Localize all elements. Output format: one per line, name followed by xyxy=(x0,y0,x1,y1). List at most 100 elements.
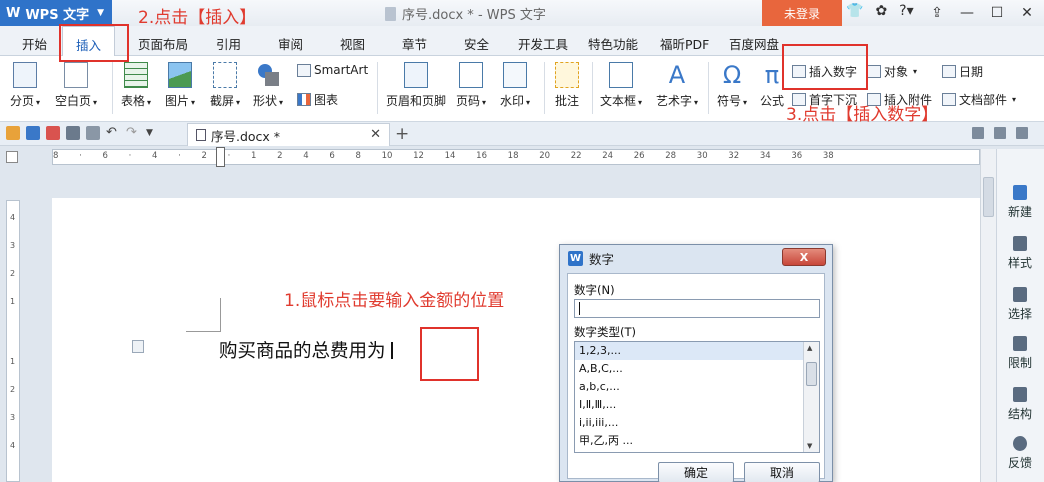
indent-marker[interactable] xyxy=(216,147,225,167)
document-text-line[interactable]: 购买商品的总费用为 xyxy=(219,337,393,363)
print-preview-icon[interactable] xyxy=(86,126,100,140)
skin-icon[interactable]: 👕 xyxy=(846,3,863,19)
redo-icon[interactable]: ↷ xyxy=(126,126,140,140)
page-number-button[interactable]: 页码 ▾ xyxy=(456,62,486,109)
share-icon[interactable] xyxy=(994,127,1006,139)
object-button[interactable]: 对象 ▾ xyxy=(867,63,917,80)
header-footer-button[interactable]: 页眉和页脚 xyxy=(386,62,446,109)
table-button[interactable]: 表格 ▾ xyxy=(121,62,151,109)
horizontal-ruler[interactable]: 8 · 6 · 4 · 2 · 1 2 4 6 8 10 12 14 16 18… xyxy=(52,147,980,167)
tab-page-layout[interactable]: 页面布局 xyxy=(138,34,188,53)
close-tab-icon[interactable]: ✕ xyxy=(370,127,381,142)
list-item[interactable]: 1,2,3,... xyxy=(575,342,803,360)
side-select-label: 选择 xyxy=(1007,307,1032,321)
shape-button[interactable]: 形状 ▾ xyxy=(253,62,283,109)
document-tab[interactable]: 序号.docx * ✕ xyxy=(187,123,390,146)
help-icon[interactable]: ?▾ xyxy=(899,3,913,19)
doc-tab-icon xyxy=(196,129,206,141)
list-scroll-thumb[interactable] xyxy=(806,362,817,386)
number-type-label: 数字类型(T) xyxy=(574,325,636,339)
app-menu-button[interactable]: W WPS 文字 ▼ xyxy=(0,0,112,26)
number-input[interactable] xyxy=(574,299,820,318)
page-break-button[interactable]: 分页 ▾ xyxy=(10,62,40,109)
list-item[interactable]: Ⅰ,Ⅱ,Ⅲ,... xyxy=(575,396,803,414)
tab-reference[interactable]: 引用 xyxy=(216,34,241,53)
picture-button[interactable]: 图片 ▾ xyxy=(165,62,195,109)
tab-baidu-disk[interactable]: 百度网盘 xyxy=(729,34,779,53)
settings-icon[interactable] xyxy=(1016,127,1028,139)
undo-icon[interactable]: ↶ xyxy=(106,126,120,140)
paragraph-layout-icon[interactable] xyxy=(132,340,144,353)
tab-view[interactable]: 视图 xyxy=(340,34,365,53)
symbol-button[interactable]: Ω 符号 ▾ xyxy=(717,62,747,109)
side-new-button[interactable]: 新建 xyxy=(997,185,1043,220)
date-button[interactable]: 日期 xyxy=(942,63,983,80)
document-page[interactable]: 购买商品的总费用为 xyxy=(52,198,980,482)
login-button[interactable]: 未登录 xyxy=(762,0,842,26)
screenshot-button[interactable]: 截屏 ▾ xyxy=(210,62,240,109)
side-structure-button[interactable]: 结构 xyxy=(997,387,1043,422)
watermark-button[interactable]: 水印 ▾ xyxy=(500,62,530,109)
textbox-button[interactable]: 文本框 ▾ xyxy=(600,62,642,109)
ruler-corner[interactable] xyxy=(6,151,18,163)
caret-icon: ▾ xyxy=(191,98,196,107)
scrollbar-thumb[interactable] xyxy=(983,177,994,217)
wordart-button[interactable]: A 艺术字 ▾ xyxy=(656,62,698,109)
ok-button[interactable]: 确定 xyxy=(658,462,734,482)
tab-developer[interactable]: 开发工具 xyxy=(518,34,568,53)
blank-page-label: 空白页 xyxy=(55,94,92,108)
tab-features[interactable]: 特色功能 xyxy=(588,34,638,53)
tab-start[interactable]: 开始 xyxy=(22,34,47,53)
scroll-down-icon[interactable]: ▼ xyxy=(807,442,812,450)
feedback-icon[interactable]: ✿ xyxy=(875,3,887,19)
side-restrict-button[interactable]: 限制 xyxy=(997,336,1043,371)
pi-icon: π xyxy=(764,61,780,89)
dialog-body: 数字(N) 数字类型(T) 1,2,3,... A,B,C,... a,b,c,… xyxy=(567,273,825,482)
doc-parts-button[interactable]: 文档部件 ▾ xyxy=(942,91,1016,108)
comment-button[interactable]: 批注 xyxy=(555,62,579,109)
highlight-insert-tab xyxy=(59,24,129,62)
side-style-button[interactable]: 样式 xyxy=(997,236,1043,271)
open-icon[interactable] xyxy=(6,126,20,140)
tab-foxit-pdf[interactable]: 福昕PDF xyxy=(660,34,709,53)
smartart-button[interactable]: SmartArt xyxy=(297,63,368,77)
scroll-up-icon[interactable]: ▲ xyxy=(807,344,812,352)
calendar-icon xyxy=(942,65,956,78)
list-item[interactable]: i,ii,iii,... xyxy=(575,414,803,432)
customize-icon[interactable]: ▼ xyxy=(146,126,160,140)
caret-icon: ▾ xyxy=(913,67,918,76)
export-pdf-icon[interactable] xyxy=(46,126,60,140)
number-type-list[interactable]: 1,2,3,... A,B,C,... a,b,c,... Ⅰ,Ⅱ,Ⅲ,... … xyxy=(574,341,820,453)
tab-security[interactable]: 安全 xyxy=(464,34,489,53)
new-tab-icon[interactable]: + xyxy=(395,124,409,144)
formula-button[interactable]: π 公式 xyxy=(760,62,784,109)
list-item[interactable]: 甲,乙,丙 ... xyxy=(575,432,803,450)
page-number-label: 页码 xyxy=(456,94,481,108)
print-icon[interactable] xyxy=(66,126,80,140)
header-footer-icon xyxy=(404,62,428,88)
side-feedback-button[interactable]: 反馈 xyxy=(997,436,1043,471)
list-item[interactable]: a,b,c,... xyxy=(575,378,803,396)
maximize-icon[interactable]: ☐ xyxy=(982,2,1012,24)
minimize-icon[interactable]: — xyxy=(952,2,982,24)
app-center-icon[interactable] xyxy=(972,127,984,139)
vertical-scrollbar[interactable] xyxy=(980,149,996,482)
list-scrollbar[interactable]: ▲ ▼ xyxy=(803,342,819,452)
caret-icon: ▾ xyxy=(236,98,241,107)
highlight-insert-number xyxy=(782,44,868,90)
tab-review[interactable]: 审阅 xyxy=(278,34,303,53)
dialog-close-button[interactable]: X xyxy=(782,248,826,266)
list-item[interactable]: A,B,C,... xyxy=(575,360,803,378)
blank-page-button[interactable]: 空白页 ▾ xyxy=(55,62,97,109)
number-label: 数字(N) xyxy=(574,283,615,297)
restore-ribbon-icon[interactable]: ⇪ xyxy=(922,2,952,24)
tab-chapter[interactable]: 章节 xyxy=(402,34,427,53)
side-select-button[interactable]: 选择 xyxy=(997,287,1043,322)
close-icon[interactable]: ✕ xyxy=(1012,2,1042,24)
side-structure-label: 结构 xyxy=(1007,407,1032,421)
chart-button[interactable]: 图表 xyxy=(297,91,338,108)
vruler-number: 4 xyxy=(10,441,16,450)
cancel-button[interactable]: 取消 xyxy=(744,462,820,482)
wordart-label: 艺术字 xyxy=(656,94,693,108)
save-icon[interactable] xyxy=(26,126,40,140)
